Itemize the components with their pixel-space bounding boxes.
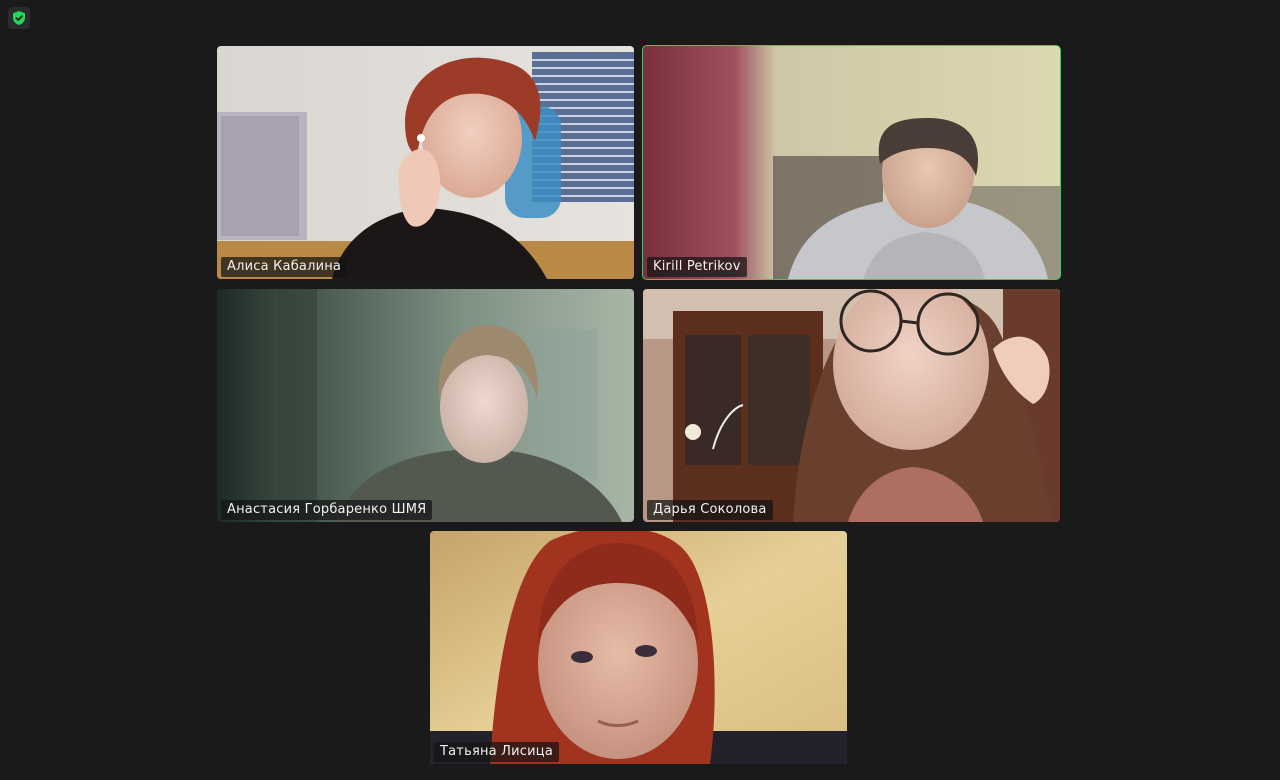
participant-name-label: Алиса Кабалина	[221, 257, 348, 277]
video-tile[interactable]: Татьяна Лисица	[430, 531, 847, 764]
participant-video	[430, 531, 847, 764]
participant-video	[643, 46, 1060, 279]
video-tile[interactable]: Анастасия Горбаренко ШМЯ	[217, 289, 634, 522]
shield-check-icon	[13, 11, 25, 25]
video-tile[interactable]: Алиса Кабалина	[217, 46, 634, 279]
video-tile[interactable]: Дарья Соколова	[643, 289, 1060, 522]
participant-video	[217, 289, 634, 522]
participant-name-label: Дарья Соколова	[647, 500, 773, 520]
participant-video	[217, 46, 634, 279]
meeting-window: Алиса Кабалина Kirill Petrikov Анастасия…	[0, 0, 1280, 780]
participant-video	[643, 289, 1060, 522]
security-badge[interactable]	[8, 7, 30, 29]
video-tile-active-speaker[interactable]: Kirill Petrikov	[642, 45, 1061, 280]
participant-name-label: Татьяна Лисица	[434, 742, 559, 762]
participant-name-label: Kirill Petrikov	[647, 257, 747, 277]
participant-name-label: Анастасия Горбаренко ШМЯ	[221, 500, 433, 520]
